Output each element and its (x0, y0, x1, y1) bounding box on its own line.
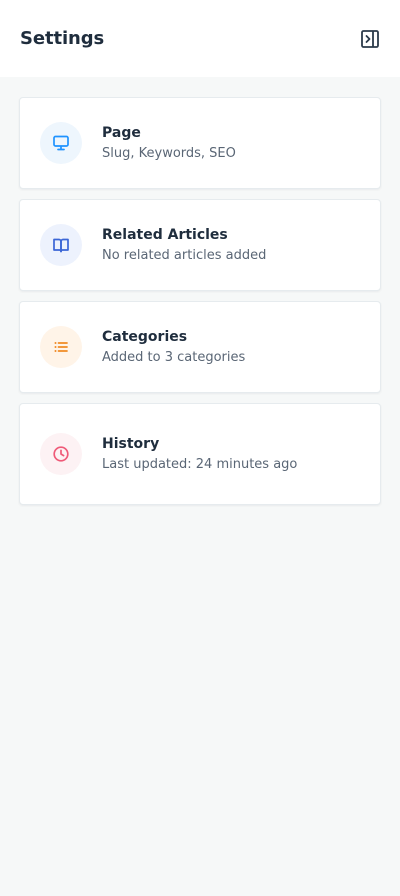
history-card-title: History (102, 436, 160, 452)
history-card-subtitle: Last updated: 24 minutes ago (102, 457, 298, 472)
page-title: Settings (20, 28, 105, 49)
page-card-subtitle: Slug, Keywords, SEO (102, 146, 236, 161)
history-card-text: History Last updated: 24 minutes ago (102, 435, 297, 473)
categories-card-text: Categories Added to 3 categories (102, 328, 245, 366)
related-articles-card-subtitle: No related articles added (102, 248, 267, 263)
related-articles-card-title: Related Articles (102, 227, 228, 243)
list-icon (54, 342, 68, 352)
settings-list: Page Slug, Keywords, SEO Related Article… (0, 77, 400, 505)
related-articles-card[interactable]: Related Articles No related articles add… (19, 199, 381, 291)
page-card-text: Page Slug, Keywords, SEO (102, 124, 236, 162)
related-articles-card-text: Related Articles No related articles add… (102, 226, 266, 264)
history-card[interactable]: History Last updated: 24 minutes ago (19, 403, 381, 505)
page-icon-badge (40, 122, 82, 164)
panel-right-collapse-icon (361, 29, 379, 48)
panel-toggle-button[interactable] (356, 25, 384, 53)
history-icon-badge (40, 433, 82, 475)
page-card-title: Page (102, 125, 141, 141)
monitor-icon (53, 135, 69, 151)
categories-card[interactable]: Categories Added to 3 categories (19, 301, 381, 393)
settings-header: Settings (0, 0, 400, 77)
book-open-icon (53, 238, 69, 253)
categories-card-title: Categories (102, 329, 188, 345)
page-settings-card[interactable]: Page Slug, Keywords, SEO (19, 97, 381, 189)
related-articles-icon-badge (40, 224, 82, 266)
categories-icon-badge (40, 326, 82, 368)
clock-icon (53, 446, 69, 462)
categories-card-subtitle: Added to 3 categories (102, 350, 246, 365)
